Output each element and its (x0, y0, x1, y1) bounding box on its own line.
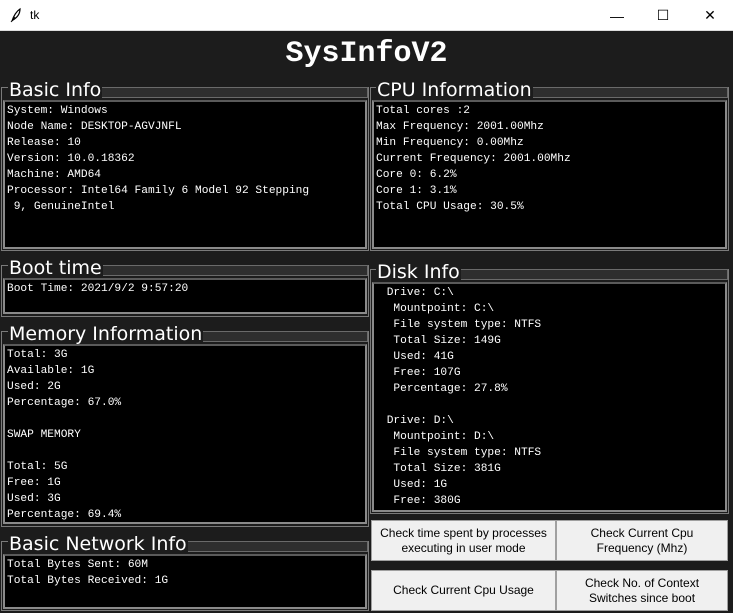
cpu-info-panel: Total cores :2 Max Frequency: 2001.00Mhz… (372, 100, 727, 249)
network-info-panel: Total Bytes Sent: 60M Total Bytes Receiv… (3, 554, 367, 609)
context-switches-button[interactable]: Check No. of Context Switches since boot (556, 570, 728, 611)
minimize-button[interactable]: — (594, 0, 640, 31)
close-icon: ✕ (704, 7, 716, 23)
boot-time-label: Boot time (8, 257, 103, 279)
memory-info-frame: Memory Information Total: 3G Available: … (1, 324, 369, 527)
network-info-text: Total Bytes Sent: 60M Total Bytes Receiv… (7, 559, 169, 587)
window-titlebar: tk — ☐ ✕ (0, 0, 733, 31)
boot-time-panel: Boot Time: 2021/9/2 9:57:20 (3, 278, 367, 314)
app-title: SysInfoV2 (285, 37, 448, 71)
basic-info-frame: Basic Info System: Windows Node Name: DE… (1, 80, 369, 251)
disk-info-text: Drive: C:\ Mountpoint: C:\ File system t… (386, 287, 542, 507)
boot-time-text: Boot Time: 2021/9/2 9:57:20 (7, 283, 189, 295)
memory-info-label: Memory Information (8, 323, 204, 345)
cpu-info-label: CPU Information (376, 79, 533, 101)
close-button[interactable]: ✕ (687, 0, 733, 31)
basic-info-panel: System: Windows Node Name: DESKTOP-AGVJN… (3, 100, 367, 249)
boot-time-frame: Boot time Boot Time: 2021/9/2 9:57:20 (1, 258, 369, 317)
user-mode-time-button[interactable]: Check time spent by processes executing … (371, 520, 556, 561)
minimize-icon: — (610, 7, 624, 24)
window-title: tk (30, 8, 40, 22)
disk-info-label: Disk Info (376, 261, 461, 283)
cpu-info-frame: CPU Information Total cores :2 Max Frequ… (370, 80, 729, 251)
basic-info-text: System: Windows Node Name: DESKTOP-AGVJN… (7, 105, 310, 213)
basic-info-label: Basic Info (8, 79, 103, 101)
network-info-frame: Basic Network Info Total Bytes Sent: 60M… (1, 534, 369, 611)
cpu-frequency-button[interactable]: Check Current Cpu Frequency (Mhz) (556, 520, 728, 561)
cpu-info-text: Total cores :2 Max Frequency: 2001.00Mhz… (376, 105, 571, 213)
network-info-label: Basic Network Info (8, 533, 188, 555)
app-window: SysInfoV2 Basic Info System: Windows Nod… (0, 31, 733, 613)
maximize-icon: ☐ (656, 7, 670, 23)
maximize-button[interactable]: ☐ (640, 0, 686, 31)
disk-info-frame: Disk Info Drive: C:\ Mountpoint: C:\ Fil… (370, 262, 729, 514)
memory-info-panel: Total: 3G Available: 1G Used: 2G Percent… (3, 344, 367, 524)
memory-info-text: Total: 3G Available: 1G Used: 2G Percent… (7, 349, 122, 521)
cpu-usage-button[interactable]: Check Current Cpu Usage (371, 570, 556, 611)
feather-icon (10, 7, 21, 23)
disk-info-panel: Drive: C:\ Mountpoint: C:\ File system t… (372, 282, 727, 512)
